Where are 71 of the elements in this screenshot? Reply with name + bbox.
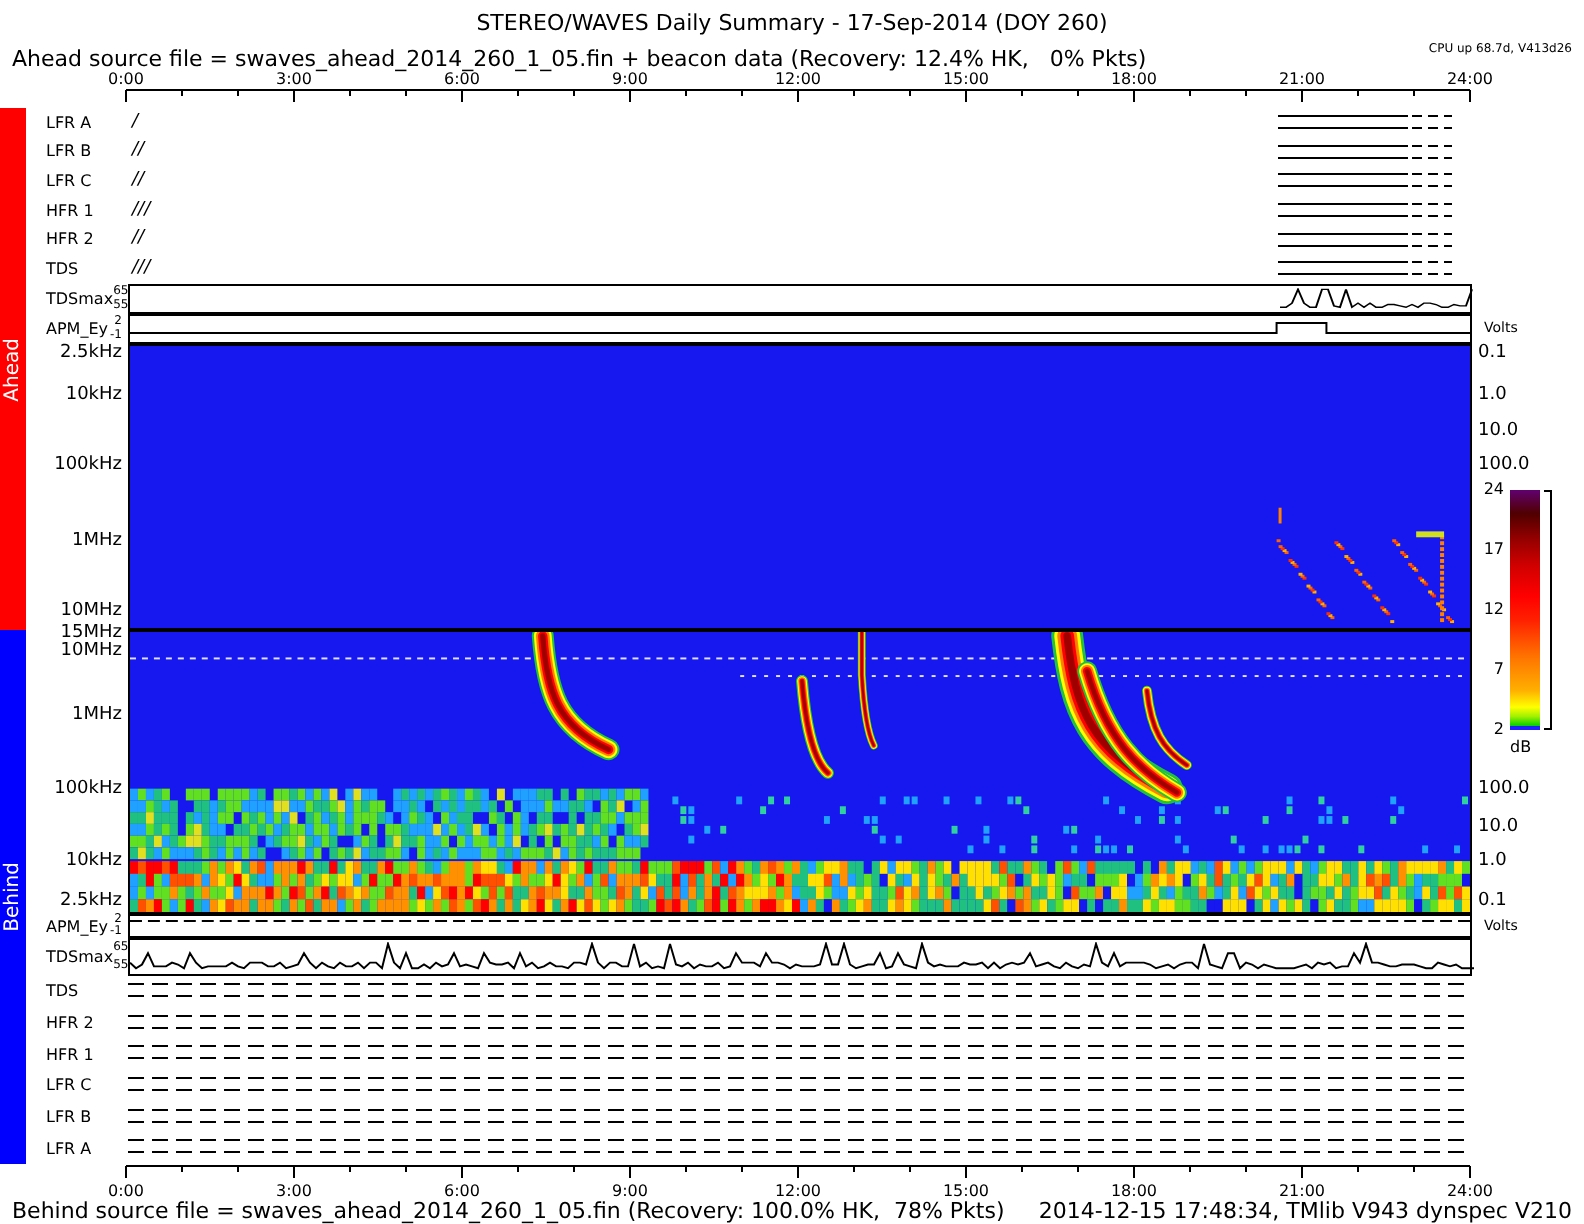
time-tick-label: 12:00 (774, 70, 822, 88)
channel-label: TDS (46, 260, 79, 279)
channel-label: APM_Ey (46, 917, 108, 935)
channel-label: TDSmax (46, 289, 114, 308)
slash-marks: // (129, 230, 145, 249)
channel-label: HFR 2 (46, 1013, 94, 1032)
frequency-tick-label: 10MHz (60, 603, 122, 622)
channel-label: HFR 1 (46, 201, 94, 220)
color-scale-tick-label: 17 (1483, 542, 1504, 558)
time-tick-label: 3:00 (276, 1182, 312, 1200)
band-label: Behind (3, 862, 23, 932)
time-tick-label: 6:00 (444, 70, 480, 88)
frequency-tick-label: 15MHz (60, 625, 122, 644)
band-label: Ahead (3, 337, 23, 401)
time-tick-label: 21:00 (1278, 1182, 1326, 1200)
right-axis-tick-label: 0.1 (1478, 344, 1507, 363)
channel-label: HFR 2 (46, 230, 94, 249)
time-tick-label: 12:00 (774, 1182, 822, 1200)
right-axis-tick-label: 1.0 (1478, 853, 1507, 872)
time-tick-label: 21:00 (1278, 70, 1326, 88)
time-tick-label: 9:00 (612, 70, 648, 88)
time-tick-label: 3:00 (276, 70, 312, 88)
timestamp-text: 2014-12-15 17:48:34, TMlib V943 dynspec V210 (1038, 1200, 1572, 1224)
right-axis-tick-label: 1.0 (1478, 386, 1507, 405)
channel-label: APM_Ey (46, 319, 108, 338)
channel-label: LFR A (46, 1139, 92, 1158)
channel-label: LFR B (46, 1107, 92, 1126)
frequency-tick-label: 100kHz (54, 457, 122, 476)
slash-marks: // (129, 172, 145, 191)
frequency-tick-label: 1MHz (72, 532, 122, 551)
slash-marks: / (129, 113, 139, 132)
frequency-tick-label: 10kHz (65, 386, 122, 405)
right-axis-tick-label: 0.1 (1478, 892, 1507, 911)
frequency-tick-label: 100kHz (54, 780, 122, 799)
time-tick-label: 15:00 (942, 70, 990, 88)
channel-label: LFR A (46, 113, 92, 132)
time-tick-label: 9:00 (612, 1182, 648, 1200)
time-tick-label: 6:00 (444, 1182, 480, 1200)
source-file-text: Behind source file = swaves_ahead_2014_260_1_05.fin (Recovery: 100.0% HK, 78% Pkts) (12, 1200, 1005, 1224)
frequency-tick-label: 1MHz (72, 706, 122, 725)
channel-label: LFR B (46, 142, 92, 161)
right-axis-tick-label: 100.0 (1478, 780, 1530, 799)
frequency-tick-label: 10MHz (60, 643, 122, 662)
time-tick-label: 18:00 (1110, 1182, 1158, 1200)
right-axis-tick-label: 10.0 (1478, 423, 1519, 442)
channel-label: TDS (46, 982, 79, 1001)
unit-label: dB (1510, 738, 1532, 756)
frequency-tick-label: 2.5kHz (59, 344, 122, 363)
time-tick-label: 24:00 (1446, 1182, 1494, 1200)
slash-marks: // (129, 142, 145, 161)
channel-label: LFR C (46, 1076, 92, 1095)
chart-title: STEREO/WAVES Daily Summary - 17-Sep-2014 (DOY 260) (474, 8, 1110, 36)
right-axis-tick-label: 10.0 (1478, 819, 1519, 838)
slash-marks: /// (129, 201, 151, 220)
frequency-tick-label: 2.5kHz (59, 892, 122, 911)
color-scale-tick-label: 12 (1483, 602, 1504, 618)
color-scale-tick-label: 2 (1493, 722, 1504, 738)
color-scale-tick-label: 7 (1493, 662, 1504, 678)
slash-marks: /// (129, 260, 151, 279)
channel-label: TDSmax (46, 948, 114, 966)
channel-label: LFR C (46, 172, 92, 191)
time-tick-label: 0:00 (108, 70, 144, 88)
source-file-text: Ahead source file = swaves_ahead_2014_260_1_05.fin + beacon data (Recovery: 12.4% HK, 0% Pkts) (10, 46, 1147, 72)
channel-label: HFR 1 (46, 1045, 94, 1064)
time-tick-label: 18:00 (1110, 70, 1158, 88)
frequency-tick-label: 10kHz (65, 853, 122, 872)
right-axis-tick-label: 100.0 (1478, 457, 1530, 476)
time-tick-label: 24:00 (1446, 70, 1494, 88)
time-tick-label: 0:00 (108, 1182, 144, 1200)
time-tick-label: 15:00 (942, 1182, 990, 1200)
color-scale-tick-label: 24 (1483, 482, 1504, 498)
